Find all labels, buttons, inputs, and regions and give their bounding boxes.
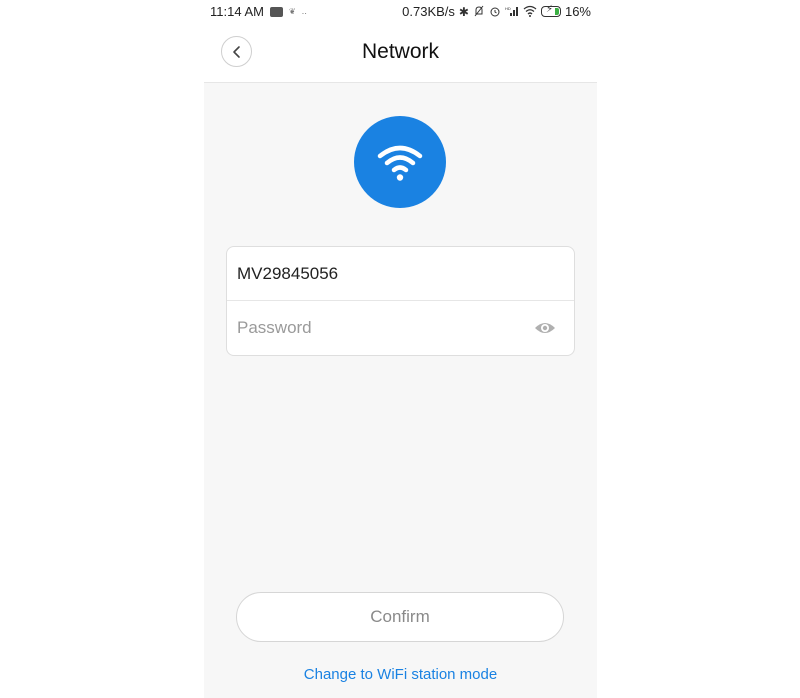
confirm-button[interactable]: Confirm — [236, 592, 564, 642]
battery-percentage: 16% — [564, 4, 591, 19]
alarm-icon — [489, 5, 501, 19]
wifi-status-icon — [523, 5, 537, 19]
app-notification-icon-2: ‥ — [301, 7, 308, 16]
network-form — [226, 246, 575, 356]
message-icon — [269, 1, 283, 17]
wifi-icon — [377, 145, 423, 181]
password-field-row — [227, 301, 574, 355]
app-notification-icon: ❦ — [288, 7, 296, 16]
svg-text:HD: HD — [505, 6, 511, 11]
battery-charging-icon: ⚡ — [540, 4, 561, 17]
page-title: Network — [361, 40, 440, 63]
ssid-field-row — [227, 247, 574, 301]
mute-icon — [473, 5, 485, 19]
wifi-hero-badge — [354, 116, 446, 208]
network-speed: 0.73KB/s — [402, 4, 455, 19]
ssid-input[interactable] — [237, 247, 517, 301]
eye-icon[interactable] — [534, 319, 556, 337]
status-time: 11:14 AM — [210, 4, 264, 19]
header: Network — [204, 24, 597, 83]
status-bar: 11:14 AM ❦ ‥ 0.73KB/s ✱ HD ⚡ 16% — [204, 0, 597, 24]
hd-signal-icon: HD — [505, 5, 519, 19]
password-input[interactable] — [237, 301, 517, 355]
phone-screen: 11:14 AM ❦ ‥ 0.73KB/s ✱ HD ⚡ 16% — [204, 0, 597, 698]
change-wifi-mode-link[interactable]: Change to WiFi station mode — [204, 666, 597, 683]
bluetooth-icon: ✱ — [458, 4, 469, 19]
